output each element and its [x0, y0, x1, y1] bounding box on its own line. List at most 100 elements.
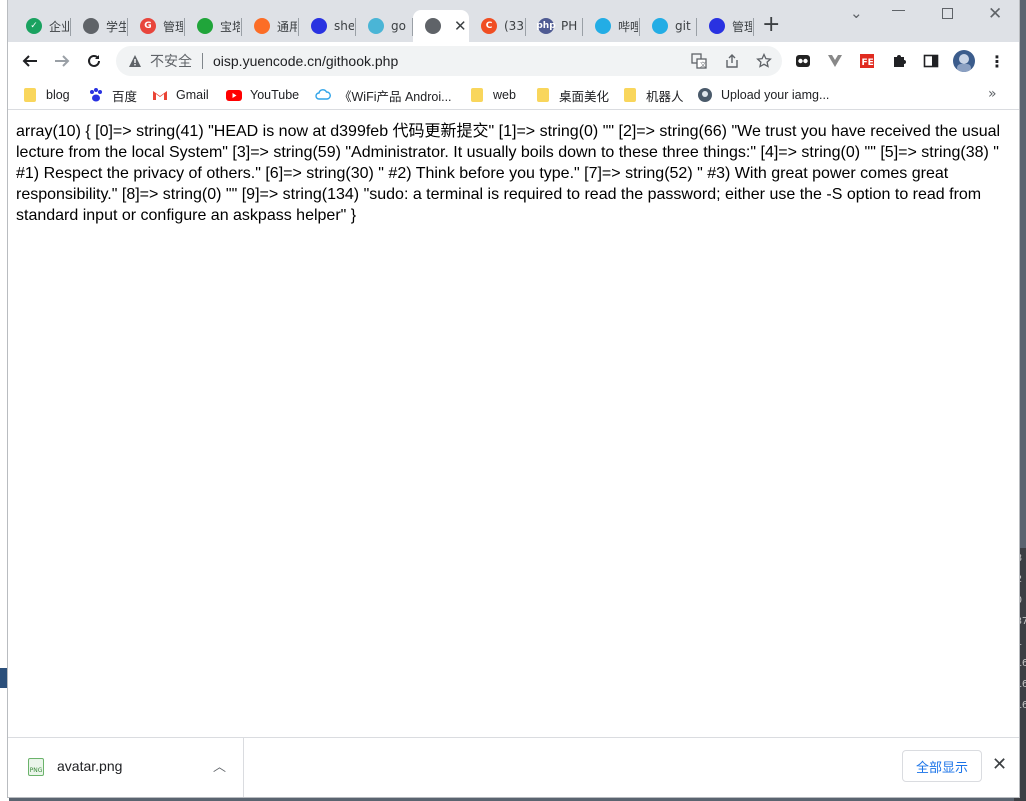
close-downloads-bar-button[interactable]: ✕ [992, 754, 1007, 775]
chevron-up-icon[interactable]: ︿ [213, 756, 226, 775]
security-label[interactable]: 不安全 [150, 51, 192, 71]
tab-5[interactable]: she [299, 10, 356, 42]
maximize-button[interactable] [942, 8, 953, 19]
share-icon[interactable] [724, 53, 740, 69]
tab-title: (33 [504, 19, 524, 33]
globe-icon [83, 18, 99, 34]
download-filename[interactable]: avatar.png [57, 758, 122, 774]
url-text[interactable]: oisp.yuencode.cn/githook.php [213, 53, 398, 69]
bookmark-item[interactable]: Upload your iamg... [697, 85, 829, 105]
baidu-paw-icon [311, 18, 327, 34]
folder-icon [22, 87, 38, 103]
tab-8[interactable]: C (33 [469, 10, 526, 42]
tab-separator [753, 18, 754, 36]
png-file-icon: PNG [28, 758, 44, 776]
tab-11[interactable]: git [640, 10, 697, 42]
extension-fe-icon[interactable]: FE [859, 53, 875, 69]
green-badge-icon [197, 18, 213, 34]
svg-text:FE: FE [862, 58, 874, 68]
tab-3[interactable]: 宝塔 [185, 10, 242, 42]
tab-title: 管理 [163, 19, 183, 34]
profile-avatar[interactable] [953, 50, 975, 72]
bookmark-item[interactable]: 《WiFi产品 Androi... [315, 85, 452, 105]
bookmark-label: 机器人 [646, 89, 684, 104]
browser-toolbar: 不安全 oisp.yuencode.cn/githook.php 文 FE ⋮ [8, 42, 1019, 80]
extension-tampermonkey-icon[interactable] [795, 53, 811, 69]
cloud-icon [315, 87, 331, 103]
tab-strip: + ⌄ ✕ ✓ 企业 学生 G 管理 宝塔 通用 she go ✕ C (33 php PH 哔哩 git 管理 [8, 0, 1019, 42]
c-logo-icon: C [481, 18, 497, 34]
close-tab-icon[interactable]: ✕ [454, 17, 467, 35]
php-icon: php [536, 18, 556, 34]
svg-text:文: 文 [700, 61, 706, 69]
bookmark-label: 桌面美化 [559, 89, 610, 104]
minimize-button[interactable] [892, 10, 905, 11]
page-content: array(10) { [0]=> string(41) "HEAD is no… [8, 111, 1019, 737]
close-window-button[interactable]: ✕ [988, 4, 1002, 24]
tab-7[interactable]: ✕ [413, 10, 469, 42]
bilibili-icon [595, 18, 611, 34]
tab-2[interactable]: G 管理 [128, 10, 185, 42]
side-panel-icon[interactable] [923, 53, 939, 69]
translate-icon[interactable]: 文 [691, 53, 707, 69]
baidu-paw-icon [709, 18, 725, 34]
bookmark-item[interactable]: 百度 [88, 85, 137, 105]
gopher-icon [368, 18, 384, 34]
show-all-downloads-button[interactable]: 全部显示 [902, 750, 982, 782]
tab-title: 管理 [732, 19, 752, 34]
omnibox-divider [202, 53, 203, 69]
tab-1[interactable]: 学生 [71, 10, 128, 42]
bookmark-star-icon[interactable] [756, 53, 772, 69]
bookmark-item[interactable]: blog [22, 85, 70, 105]
back-button[interactable] [19, 50, 41, 72]
bookmark-label: YouTube [250, 88, 300, 102]
folder-icon [622, 87, 638, 103]
forward-button[interactable] [51, 50, 73, 72]
reload-button[interactable] [83, 50, 105, 72]
reload-icon [88, 54, 100, 67]
folder-icon [469, 87, 485, 103]
menu-kebab-icon[interactable]: ⋮ [989, 52, 1005, 71]
bookmark-item[interactable]: 机器人 [622, 85, 684, 105]
forward-arrow-icon [55, 55, 70, 67]
youtube-icon [226, 87, 242, 103]
tab-title: she [334, 19, 354, 33]
bookmark-item[interactable]: web [469, 85, 516, 105]
orange-g-icon: G [140, 18, 156, 34]
new-tab-button[interactable]: + [762, 14, 780, 36]
bookmark-item[interactable]: YouTube [226, 85, 299, 105]
tab-title: 通用 [277, 19, 297, 34]
bookmark-label: blog [46, 88, 70, 102]
bilibili-icon [652, 18, 668, 34]
address-bar[interactable]: 不安全 oisp.yuencode.cn/githook.php [116, 46, 782, 76]
bookmark-item[interactable]: 桌面美化 [535, 85, 609, 105]
minimize-icon[interactable]: ⌄ [850, 4, 863, 22]
bookmark-label: 《WiFi产品 Androi... [339, 89, 452, 104]
gitlab-icon [254, 18, 270, 34]
green-shield-icon: ✓ [26, 18, 42, 34]
bookmark-item[interactable]: Gmail [152, 85, 209, 105]
tab-title: PH [561, 19, 578, 33]
warning-triangle-icon[interactable] [128, 54, 142, 68]
downloads-bar: PNG avatar.png ︿ 全部显示 ✕ [8, 737, 1019, 797]
extensions-puzzle-icon[interactable] [891, 53, 907, 69]
bookmarks-overflow-icon[interactable]: » [988, 86, 997, 102]
bookmark-label: Upload your iamg... [721, 88, 830, 102]
tab-title: go [391, 19, 406, 33]
tab-4[interactable]: 通用 [242, 10, 299, 42]
tab-0[interactable]: ✓ 企业 [14, 10, 71, 42]
tab-10[interactable]: 哔哩 [583, 10, 640, 42]
tab-12[interactable]: 管理 [697, 10, 754, 42]
bookmark-label: web [493, 88, 516, 102]
back-arrow-icon [22, 55, 37, 67]
tab-title: git [675, 19, 691, 33]
tab-6[interactable]: go [356, 10, 413, 42]
extension-vue-icon[interactable] [827, 53, 843, 69]
download-item[interactable]: PNG avatar.png ︿ [8, 738, 244, 797]
tab-9[interactable]: php PH [526, 10, 583, 42]
folder-icon [535, 87, 551, 103]
globe-icon [425, 18, 441, 34]
php-var-dump-output: array(10) { [0]=> string(41) "HEAD is no… [16, 123, 1001, 224]
browser-window: + ⌄ ✕ ✓ 企业 学生 G 管理 宝塔 通用 she go ✕ C (33 php PH 哔哩 git 管理… [8, 0, 1019, 797]
upload-icon [697, 87, 713, 103]
